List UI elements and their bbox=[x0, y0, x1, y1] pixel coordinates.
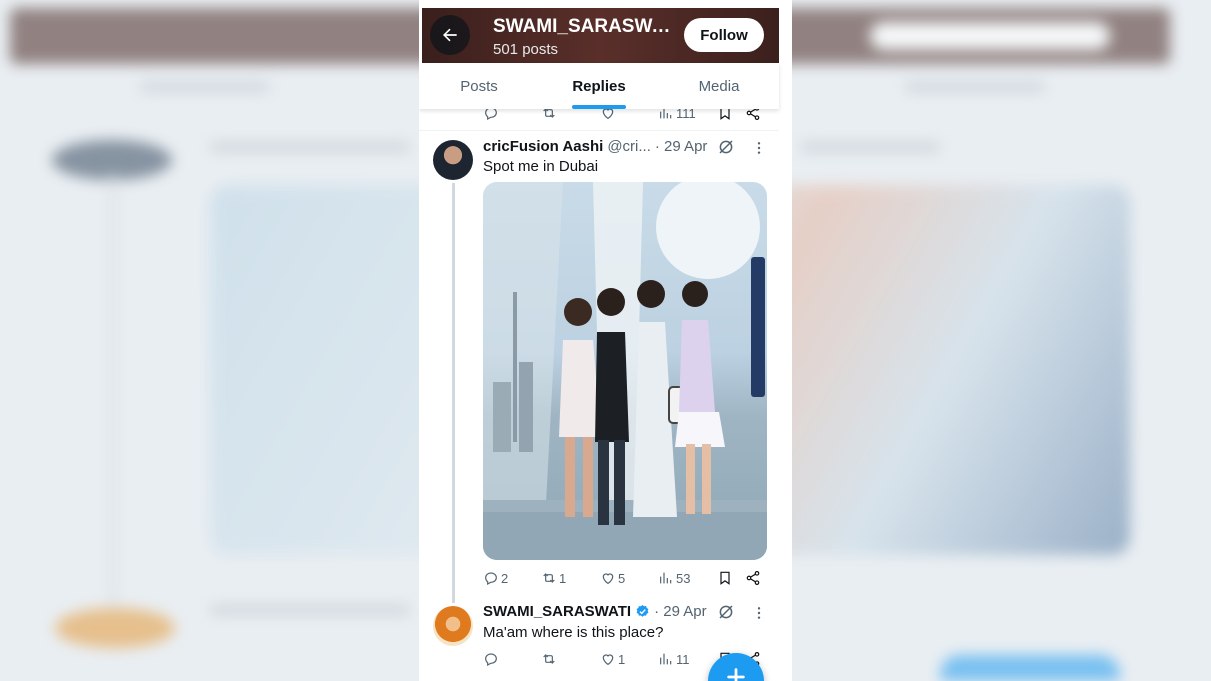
share-icon bbox=[746, 571, 760, 585]
profile-tabs: Posts Replies Media bbox=[419, 63, 779, 109]
blurred-pill bbox=[870, 22, 1110, 50]
reply-button[interactable]: 2 bbox=[483, 570, 508, 586]
more-icon[interactable] bbox=[751, 140, 767, 156]
profile-name: SWAMI_SARASWATI bbox=[493, 16, 673, 37]
tweet-text: Spot me in Dubai bbox=[483, 158, 599, 175]
views-count: 53 bbox=[676, 570, 691, 586]
repost-button[interactable]: 1 bbox=[541, 570, 566, 586]
blurred-fab bbox=[940, 655, 1120, 681]
blurred-avatar bbox=[52, 140, 172, 180]
verified-icon bbox=[636, 604, 649, 617]
like-icon bbox=[602, 573, 614, 585]
tweet-header: SWAMI_SARASWATI · 29 Apr bbox=[483, 603, 707, 620]
tab-replies[interactable]: Replies bbox=[539, 63, 659, 109]
reply-button[interactable] bbox=[483, 651, 501, 667]
blurred-row bbox=[800, 142, 940, 152]
more-icon[interactable] bbox=[751, 605, 767, 621]
author-name[interactable]: SWAMI_SARASWATI bbox=[483, 603, 631, 620]
compose-icon bbox=[727, 668, 745, 681]
blurred-row bbox=[140, 82, 270, 92]
repost-count: 1 bbox=[559, 570, 567, 586]
blurred-row bbox=[905, 82, 1045, 92]
views-icon bbox=[660, 653, 672, 665]
tweet-date[interactable]: · 29 Apr bbox=[655, 138, 708, 155]
like-button[interactable]: 1 bbox=[600, 651, 625, 667]
tweet-date[interactable]: · 29 Apr bbox=[654, 603, 707, 620]
reply-icon bbox=[485, 572, 497, 586]
grok-icon[interactable] bbox=[717, 138, 735, 156]
like-button[interactable]: 5 bbox=[600, 570, 625, 586]
author-handle[interactable]: @cri... bbox=[607, 138, 651, 155]
blurred-thread-line bbox=[110, 175, 116, 605]
avatar[interactable] bbox=[433, 606, 473, 646]
tab-label: Media bbox=[698, 77, 740, 95]
views-count: 11 bbox=[676, 651, 690, 667]
repost-icon bbox=[543, 654, 555, 664]
profile-screen: SWAMI_SARASWATI 501 posts Follow Posts R… bbox=[419, 0, 792, 681]
active-tab-indicator bbox=[572, 105, 626, 109]
tab-media[interactable]: Media bbox=[659, 63, 779, 109]
back-arrow-icon bbox=[443, 28, 457, 42]
tab-label: Posts bbox=[460, 77, 498, 95]
tweet-text: Ma'am where is this place? bbox=[483, 624, 664, 641]
views-icon bbox=[660, 572, 672, 584]
blurred-row bbox=[210, 142, 410, 152]
divider bbox=[419, 130, 779, 131]
views-button[interactable]: 53 bbox=[658, 570, 690, 586]
like-count: 1 bbox=[618, 651, 626, 667]
follow-button[interactable]: Follow bbox=[684, 18, 764, 52]
grok-icon[interactable] bbox=[717, 603, 735, 621]
tweet-photo[interactable] bbox=[483, 182, 767, 560]
like-icon bbox=[602, 654, 614, 666]
blurred-avatar bbox=[55, 608, 175, 648]
avatar[interactable] bbox=[433, 140, 473, 180]
share-button[interactable] bbox=[745, 570, 761, 586]
tweet-actions: 2 1 5 53 bbox=[483, 568, 773, 588]
profile-header: SWAMI_SARASWATI 501 posts Follow bbox=[422, 8, 779, 63]
tab-posts[interactable]: Posts bbox=[419, 63, 539, 109]
tab-label: Replies bbox=[572, 77, 626, 95]
author-name[interactable]: cricFusion Aashi bbox=[483, 138, 603, 155]
photo-illustration bbox=[483, 182, 767, 560]
like-count: 5 bbox=[618, 570, 626, 586]
thread-line bbox=[452, 183, 455, 603]
repost-icon bbox=[543, 573, 555, 583]
blurred-row bbox=[210, 605, 410, 615]
bookmark-button[interactable] bbox=[717, 570, 733, 586]
views-button[interactable]: 11 bbox=[658, 651, 690, 667]
post-count: 501 posts bbox=[493, 41, 559, 58]
repost-button[interactable] bbox=[541, 651, 559, 667]
tweet-header: cricFusion Aashi @cri... · 29 Apr bbox=[483, 138, 707, 155]
reply-icon bbox=[485, 653, 497, 667]
reply-count: 2 bbox=[501, 570, 509, 586]
bookmark-icon bbox=[720, 571, 730, 585]
back-button[interactable] bbox=[430, 15, 470, 55]
